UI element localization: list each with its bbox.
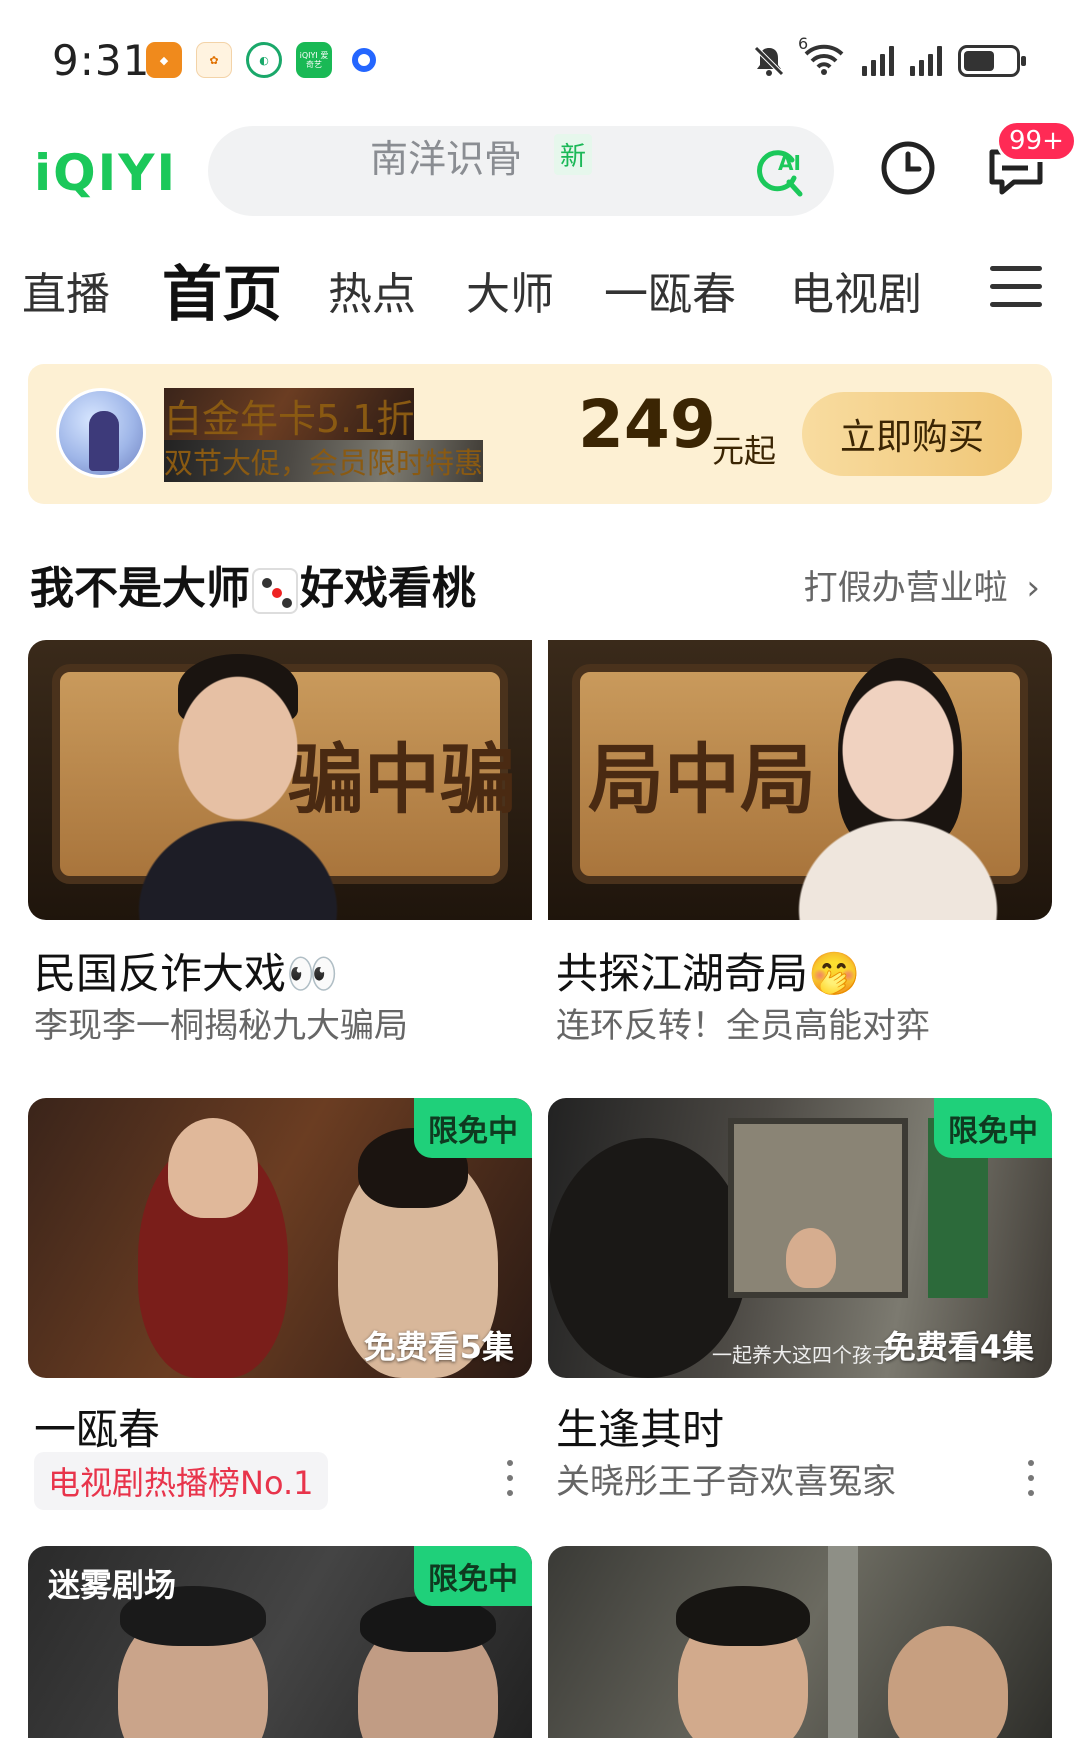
ranking-tag[interactable]: 电视剧热播榜No.1	[34, 1452, 328, 1510]
more-options-icon[interactable]	[507, 1460, 515, 1498]
promo-price: 249	[578, 386, 716, 463]
featured-banner-right[interactable]: 局中局	[548, 640, 1052, 920]
banner-text-right: 局中局	[588, 735, 816, 824]
vip-promo-banner[interactable]: 白金年卡5.1折 双节大促，会员限时特惠 249 元起 立即购买	[28, 364, 1052, 504]
iqiyi-logo[interactable]: iQIYI	[34, 144, 177, 202]
video-thumbnail-mist-theater[interactable]: 迷雾剧场 限免中	[28, 1546, 532, 1738]
banner-person-left	[138, 660, 338, 920]
search-new-tag: 新	[554, 134, 593, 175]
featured-subtitle-left: 李现李一桐揭秘九大骗局	[34, 1006, 408, 1046]
section-title: 我不是大师 好戏看桃	[30, 552, 476, 616]
channel-tabs: 直播 首页 热点 大师 一瓯春 电视剧	[0, 240, 1080, 340]
free-episodes-label: 免费看5集	[363, 1328, 514, 1366]
tab-yi-ou-chun[interactable]: 一瓯春	[604, 258, 736, 322]
promo-subtitle: 双节大促，会员限时特惠	[164, 440, 484, 482]
tab-tv-series[interactable]: 电视剧	[790, 258, 922, 322]
status-indicators: 6	[752, 34, 1026, 80]
tab-hot[interactable]: 热点	[328, 258, 416, 322]
search-bar[interactable]: 南洋识骨 新 AI	[208, 126, 834, 216]
history-clock-icon[interactable]	[876, 134, 940, 198]
tab-live[interactable]: 直播	[22, 258, 110, 322]
featured-title-left[interactable]: 民国反诈大戏👀	[34, 940, 338, 1001]
tab-home[interactable]: 首页	[162, 246, 282, 333]
blue-ring-app-icon	[346, 42, 382, 78]
free-episodes-label: 免费看4集	[883, 1328, 1034, 1366]
mist-theater-brand: 迷雾剧场	[48, 1566, 177, 1604]
dice-icon	[252, 568, 298, 614]
featured-subtitle-right: 连环反转！全员高能对弈	[556, 1006, 930, 1046]
featured-banner-left[interactable]: 骗中骗	[28, 640, 532, 920]
free-badge: 限免中	[414, 1546, 532, 1606]
buy-now-button[interactable]: 立即购买	[802, 392, 1022, 476]
promo-title: 白金年卡5.1折	[164, 388, 415, 443]
video-title[interactable]: 生逢其时	[556, 1396, 724, 1457]
video-thumbnail-partial[interactable]	[548, 1546, 1052, 1738]
status-time: 9:31	[52, 36, 151, 85]
orange-app-icon: ◆	[146, 42, 182, 78]
section-more-label: 打假办营业啦	[803, 568, 1008, 608]
featured-title-right[interactable]: 共探江湖奇局🤭	[556, 940, 860, 1001]
pine-app-icon: ✿	[196, 42, 232, 78]
status-app-icons: ◆ ✿ ◐ iQIYI 爱奇艺	[146, 42, 382, 78]
banner-person-right	[798, 660, 998, 920]
wifi-version: 6	[798, 34, 809, 53]
chevron-right-icon: ›	[1026, 568, 1040, 608]
video-title[interactable]: 一瓯春	[34, 1396, 160, 1457]
section-title-b: 好戏看桃	[300, 563, 476, 614]
signal-icon-2	[910, 46, 942, 76]
free-badge: 限免中	[414, 1098, 532, 1158]
message-count-badge: 99+	[996, 120, 1077, 162]
battery-icon	[958, 45, 1026, 77]
video-caption: 一起养大这四个孩子	[712, 1343, 892, 1367]
search-placeholder: 南洋识骨	[370, 137, 523, 181]
free-badge: 限免中	[934, 1098, 1052, 1158]
section-title-a: 我不是大师	[30, 563, 250, 614]
top-header: iQIYI 南洋识骨 新 AI 99+	[0, 120, 1080, 230]
ai-label: AI	[778, 151, 801, 175]
video-subtitle: 关晓彤王子奇欢喜冤家	[556, 1462, 896, 1502]
status-bar: 9:31 ◆ ✿ ◐ iQIYI 爱奇艺 6	[0, 0, 1080, 120]
video-thumbnail-sheng-feng-qi-shi[interactable]: 限免中 一起养大这四个孩子 免费看4集	[548, 1098, 1052, 1378]
mute-bell-icon	[754, 46, 784, 76]
section-more-link[interactable]: 打假办营业啦 ›	[804, 560, 1040, 609]
iqiyi-app-icon: iQIYI 爱奇艺	[296, 42, 332, 78]
wifi-icon: 6	[798, 34, 846, 80]
menu-icon[interactable]	[990, 266, 1042, 312]
video-thumbnail-yi-ou-chun[interactable]: 限免中 免费看5集	[28, 1098, 532, 1378]
promo-price-unit: 元起	[712, 432, 777, 470]
ai-search-icon[interactable]: AI	[752, 144, 806, 198]
green-circle-app-icon: ◐	[246, 42, 282, 78]
more-options-icon[interactable]	[1028, 1460, 1036, 1498]
tab-master[interactable]: 大师	[466, 258, 554, 322]
promo-avatar	[56, 388, 146, 478]
signal-icon-1	[862, 46, 894, 76]
